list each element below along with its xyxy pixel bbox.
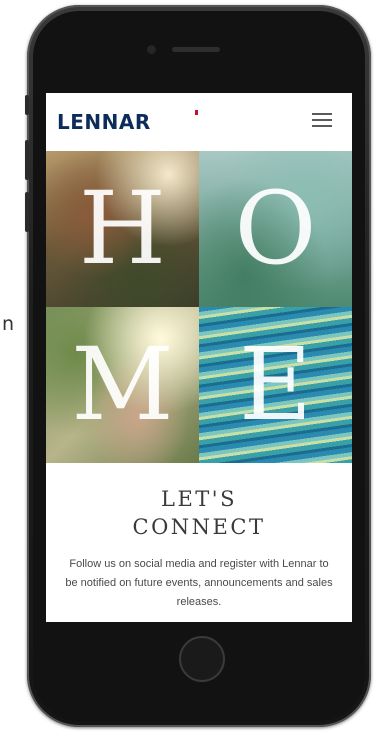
hero-tile-o: O — [199, 151, 352, 307]
hero-tile-e: E — [199, 307, 352, 463]
phone-frame: LENNAR H O M E LET'S CONNECT Follow us o — [27, 5, 371, 727]
hero-letter-o: O — [234, 170, 317, 287]
hero-letter-m: M — [71, 326, 174, 443]
connect-section: LET'S CONNECT Follow us on social media … — [46, 463, 352, 612]
connect-description: Follow us on social media and register w… — [65, 558, 333, 608]
hero-letter-e: E — [239, 326, 312, 443]
lennar-logo[interactable]: LENNAR — [57, 110, 151, 134]
stray-text-fragment: n — [2, 313, 15, 335]
earpiece-speaker — [172, 47, 220, 52]
home-button[interactable] — [179, 636, 225, 682]
site-header: LENNAR — [46, 93, 352, 151]
volume-down-button — [25, 192, 29, 232]
front-camera-icon — [147, 45, 156, 54]
connect-title-line1: LET'S — [161, 487, 237, 511]
volume-up-button — [25, 140, 29, 180]
connect-title: LET'S CONNECT — [46, 485, 352, 541]
hero-tile-m: M — [46, 307, 199, 463]
phone-screen: LENNAR H O M E LET'S CONNECT Follow us o — [46, 93, 352, 622]
silent-switch — [25, 95, 29, 115]
logo-accent-mark — [195, 110, 198, 115]
hamburger-menu-icon[interactable] — [312, 113, 332, 127]
hero-letter-h: H — [78, 170, 167, 287]
connect-title-line2: CONNECT — [132, 515, 266, 539]
hero-tile-h: H — [46, 151, 199, 307]
